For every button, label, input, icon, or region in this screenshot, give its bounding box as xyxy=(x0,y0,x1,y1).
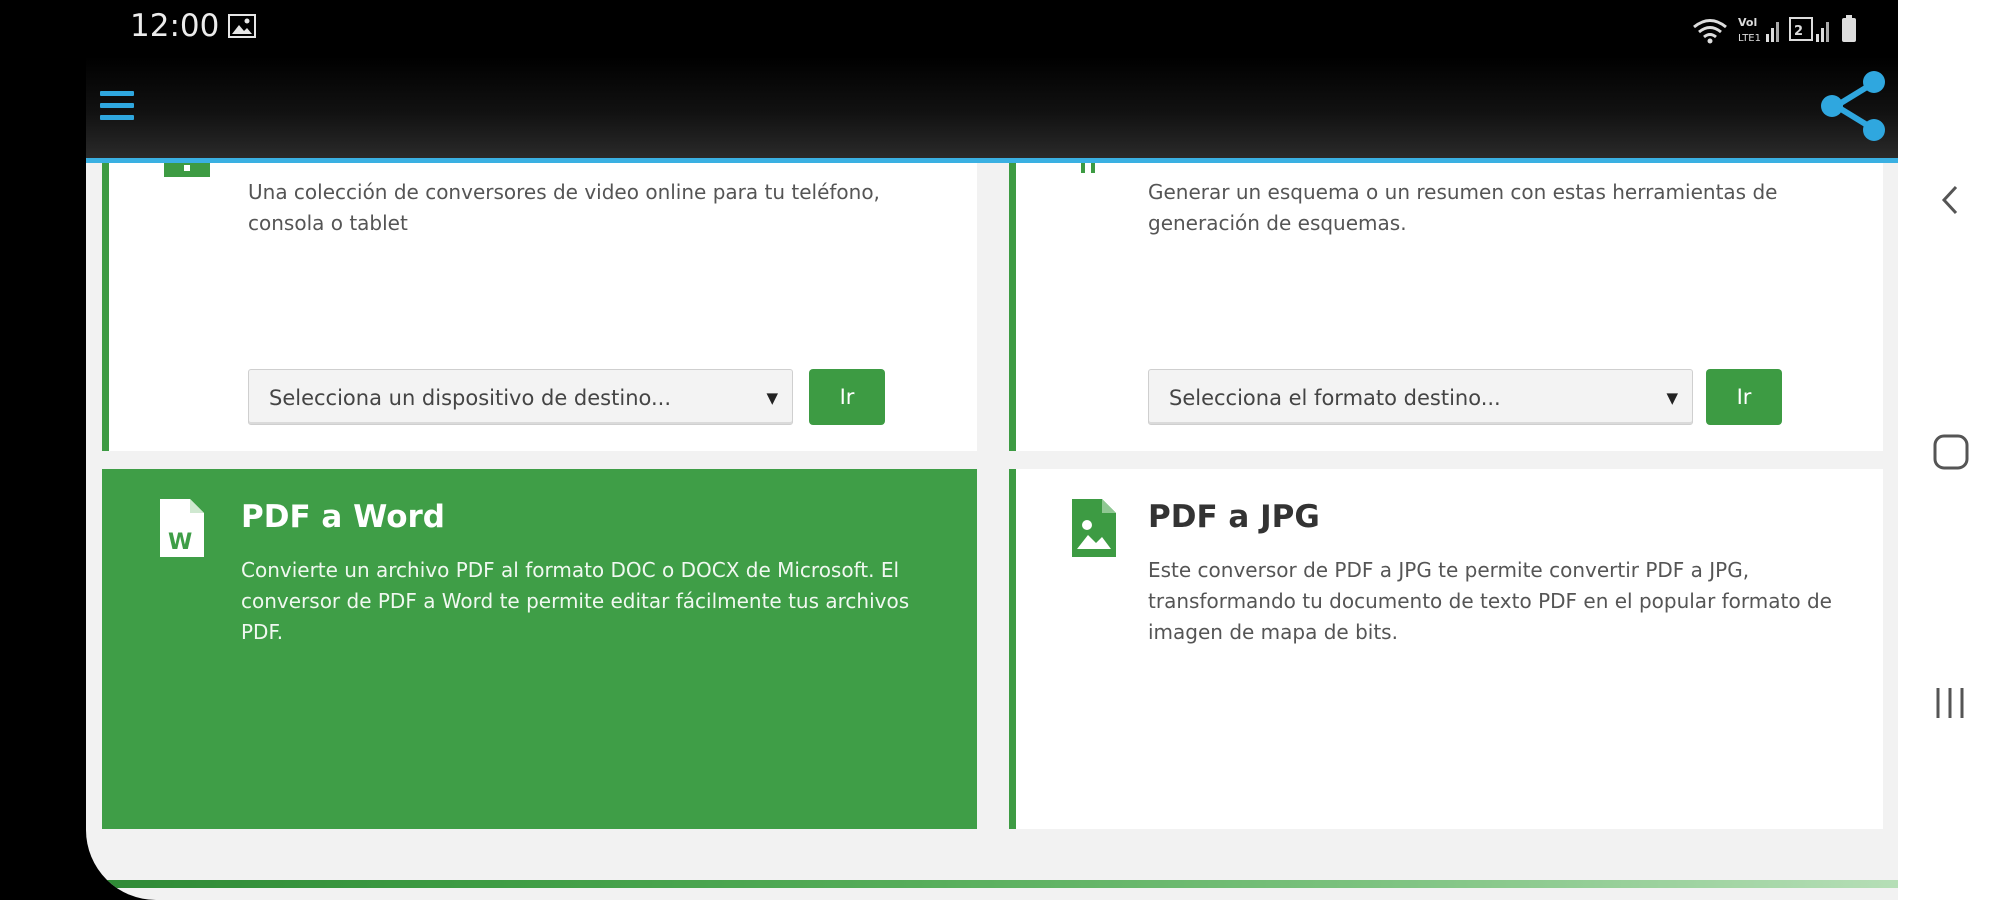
outline-generator-card: Generar un esquema o un resumen con esta… xyxy=(1009,163,1883,451)
navigation-bar xyxy=(1898,0,2003,900)
target-device-select-value: Selecciona un dispositivo de destino... xyxy=(269,386,672,410)
recent-apps-icon[interactable] xyxy=(1898,668,2003,738)
outline-icon xyxy=(1081,163,1095,173)
svg-text:2: 2 xyxy=(1794,24,1803,39)
loading-progress-strip xyxy=(100,880,1898,888)
target-device-select[interactable]: Selecciona un dispositivo de destino... … xyxy=(248,369,793,425)
status-icons: Vol LTE1 2 xyxy=(1692,12,1858,44)
pdf-to-word-card[interactable]: W PDF a Word Convierte un archivo PDF al… xyxy=(102,469,977,829)
share-icon[interactable] xyxy=(1814,66,1894,146)
video-converter-card: Una colección de conversores de video on… xyxy=(102,163,977,451)
image-file-icon xyxy=(1072,499,1116,557)
hamburger-menu-icon[interactable] xyxy=(100,84,134,128)
svg-text:LTE1: LTE1 xyxy=(1738,33,1761,44)
pdf-to-jpg-card[interactable]: PDF a JPG Este conversor de PDF a JPG te… xyxy=(1009,469,1883,829)
status-clock: 12:00 xyxy=(130,8,220,44)
video-icon xyxy=(164,163,210,177)
battery-icon xyxy=(1842,15,1856,42)
target-format-select[interactable]: Selecciona el formato destino... ▼ xyxy=(1148,369,1693,425)
outline-go-button[interactable]: Ir xyxy=(1706,369,1782,425)
svg-text:Vol: Vol xyxy=(1738,16,1757,29)
pdf-to-word-title: PDF a Word xyxy=(241,499,445,535)
app-bar xyxy=(86,56,1898,163)
status-bar: 12:00 Vol LTE1 2 xyxy=(86,0,1898,56)
home-icon[interactable] xyxy=(1898,418,2003,488)
svg-text:W: W xyxy=(168,530,192,555)
outline-generator-description: Generar un esquema o un resumen con esta… xyxy=(1148,180,1778,235)
sim2-signal-icon: 2 xyxy=(1789,17,1829,42)
screen: 12:00 Vol LTE1 2 Una colección de conver… xyxy=(86,0,1898,900)
word-document-icon: W xyxy=(160,499,204,557)
volte-signal-icon: Vol LTE1 xyxy=(1738,16,1779,44)
target-format-select-value: Selecciona el formato destino... xyxy=(1169,386,1501,410)
pdf-to-jpg-description: Este conversor de PDF a JPG te permite c… xyxy=(1148,558,1832,644)
dropdown-arrow-icon: ▼ xyxy=(766,389,778,407)
video-go-button[interactable]: Ir xyxy=(809,369,885,425)
pdf-to-jpg-title: PDF a JPG xyxy=(1148,499,1320,535)
pdf-to-word-description: Convierte un archivo PDF al formato DOC … xyxy=(241,558,910,644)
wifi-icon xyxy=(1693,19,1727,44)
video-converter-description: Una colección de conversores de video on… xyxy=(248,180,880,235)
back-icon[interactable] xyxy=(1898,165,2003,235)
gallery-icon xyxy=(228,14,256,38)
dropdown-arrow-icon: ▼ xyxy=(1666,389,1678,407)
